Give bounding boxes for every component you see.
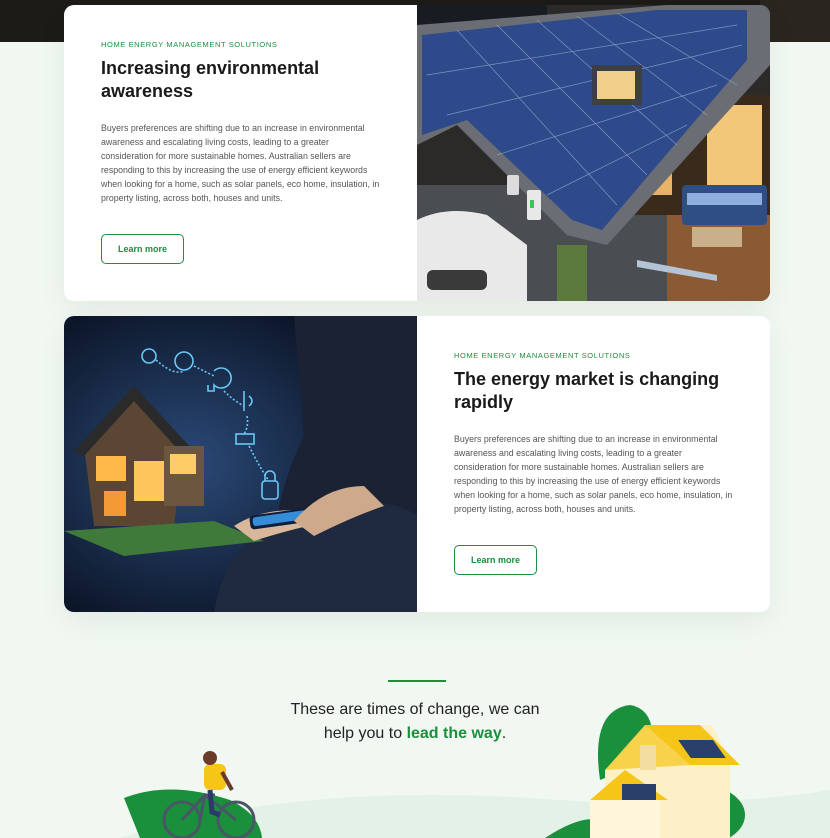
tagline-line-1: These are times of change, we can: [290, 701, 540, 718]
card-body: Buyers preferences are shifting due to a…: [101, 123, 380, 203]
learn-more-button[interactable]: Learn more: [101, 234, 184, 264]
tagline-highlight: lead the way: [406, 725, 502, 742]
feature-card-environmental: HOME ENERGY MANAGEMENT SOLUTIONS Increas…: [64, 5, 770, 301]
card-title: Increasing environmental awareness: [101, 58, 320, 101]
smart-home-image: [64, 316, 417, 612]
card-text: HOME ENERGY MANAGEMENT SOLUTIONS Increas…: [64, 5, 417, 301]
card-title: The energy market is changing rapidly: [454, 369, 720, 412]
section-divider: [388, 680, 446, 682]
feature-card-energy-market: HOME ENERGY MANAGEMENT SOLUTIONS The ene…: [64, 316, 770, 612]
card-body: Buyers preferences are shifting due to a…: [454, 434, 733, 514]
tagline-line-2: help you to lead the way.: [0, 722, 830, 746]
learn-more-button[interactable]: Learn more: [454, 545, 537, 575]
tagline: These are times of change, we can help y…: [0, 698, 830, 746]
cyclist-icon: [124, 751, 262, 838]
card-eyebrow: HOME ENERGY MANAGEMENT SOLUTIONS: [454, 351, 631, 360]
header-edge: [760, 0, 830, 42]
card-eyebrow: HOME ENERGY MANAGEMENT SOLUTIONS: [101, 40, 278, 49]
card-text: HOME ENERGY MANAGEMENT SOLUTIONS The ene…: [417, 316, 770, 612]
tagline-suffix: .: [501, 725, 507, 742]
tagline-prefix: help you to: [323, 725, 407, 742]
solar-house-image: [417, 5, 770, 301]
